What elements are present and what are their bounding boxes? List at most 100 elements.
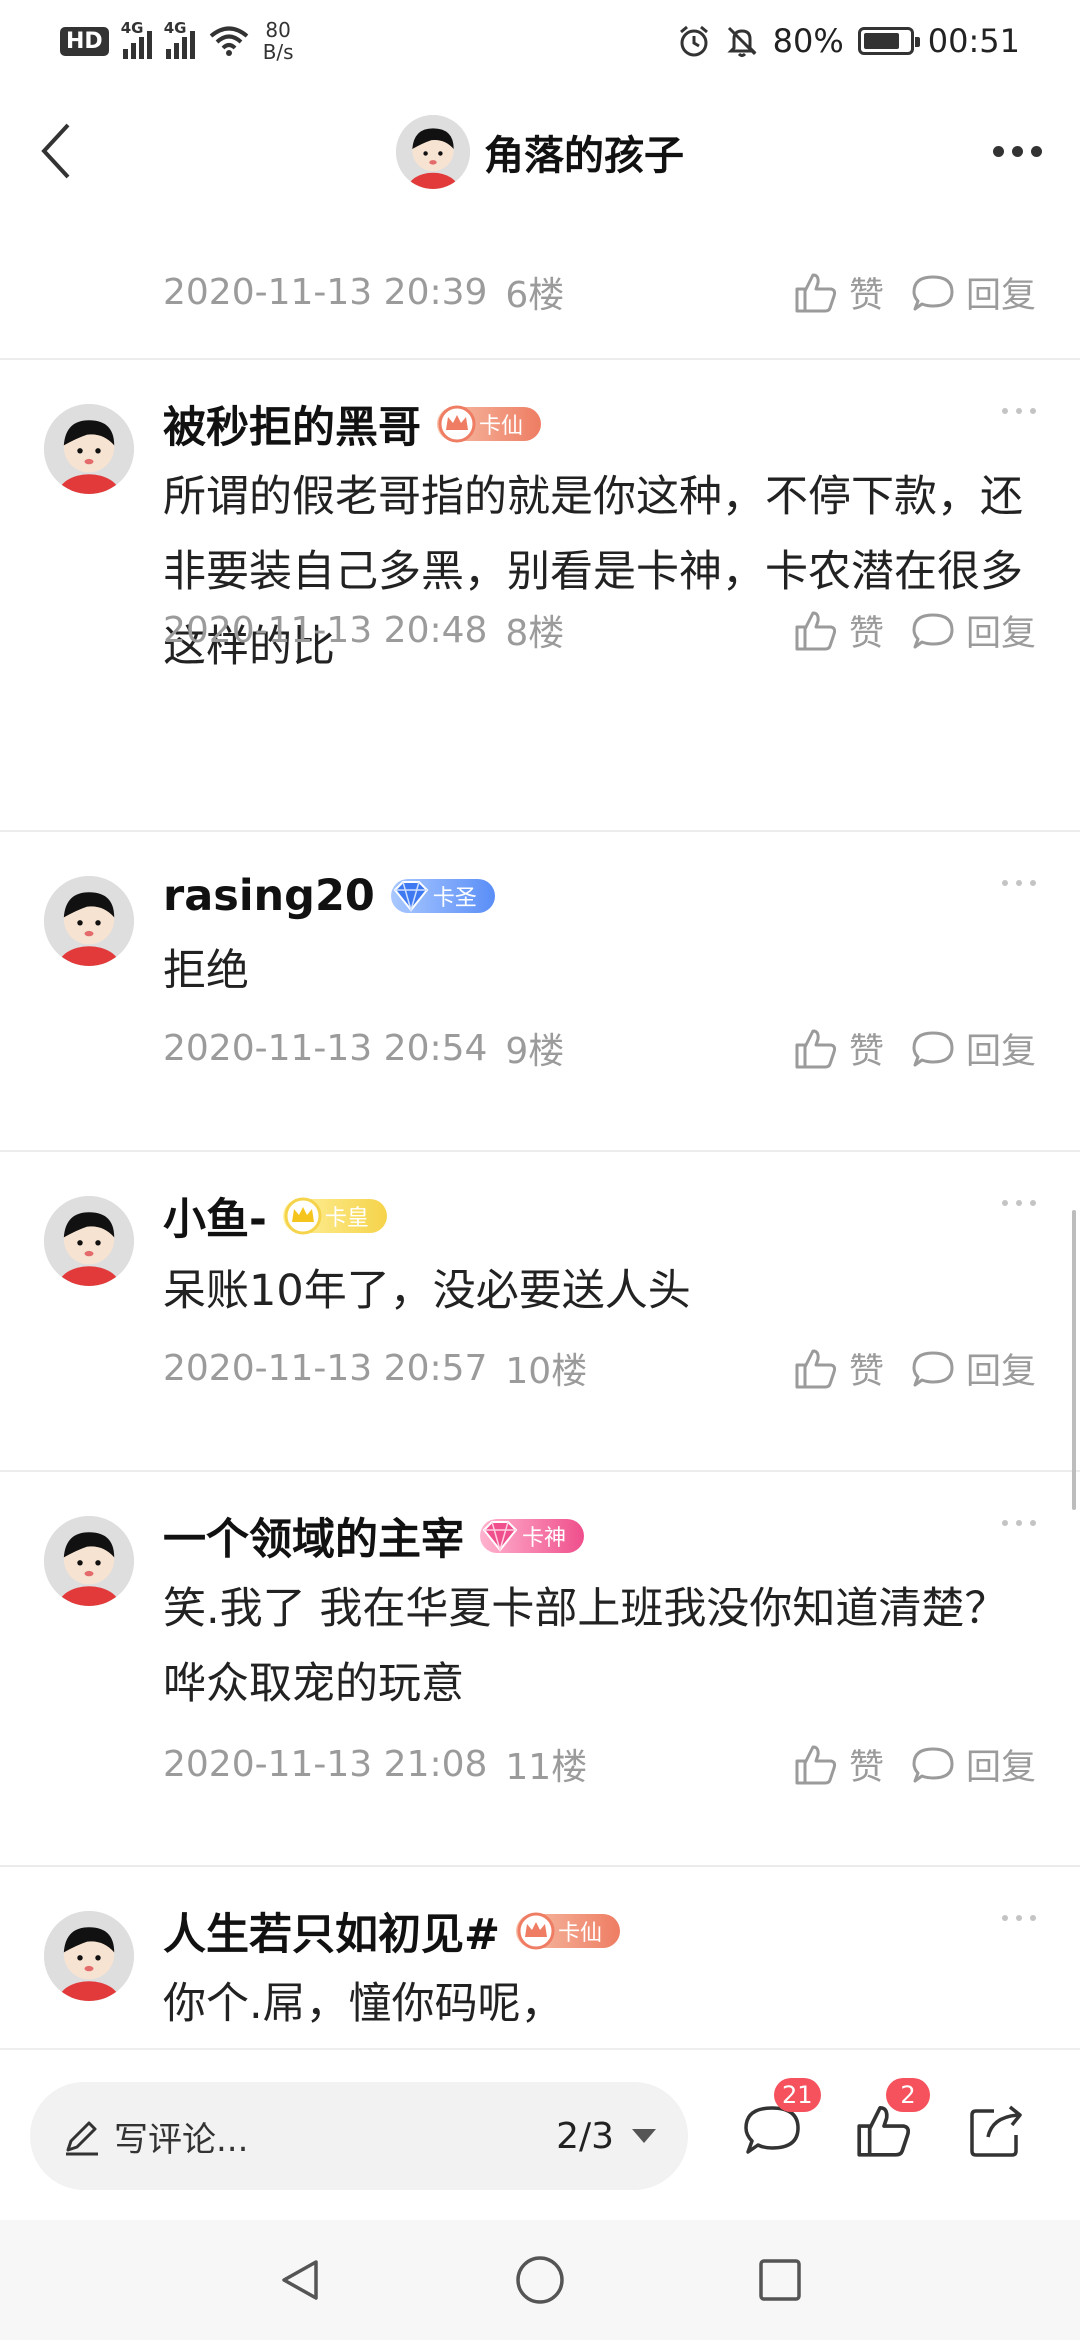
thumbs-up-icon xyxy=(795,1029,837,1069)
thumbs-up-icon xyxy=(795,1745,837,1785)
more-icon[interactable] xyxy=(982,126,1052,176)
like-label: 赞 xyxy=(848,1747,884,1788)
level-badge: 卡圣 xyxy=(390,879,495,913)
avatar[interactable] xyxy=(44,404,134,494)
comment-more-icon[interactable] xyxy=(1002,1915,1036,1921)
network-speed: 80 B/s xyxy=(263,19,294,63)
comment-actions: 赞 回复 xyxy=(793,1343,1036,1394)
diamond-icon xyxy=(482,1521,518,1553)
share-button[interactable] xyxy=(960,2094,1032,2166)
reply-button[interactable]: 回复 xyxy=(910,605,1036,656)
comment-item: 被秒拒的黑哥 卡仙 所谓的假老哥指的就是你这种，不停下款，还非要装自己多黑，别看… xyxy=(0,360,1080,675)
like-post-button[interactable]: 2 xyxy=(848,2078,930,2166)
comment-icon xyxy=(912,275,954,311)
like-button[interactable]: 赞 xyxy=(793,1023,884,1074)
clock: 00:51 xyxy=(927,22,1020,60)
comment-header: 一个领域的主宰 卡神 xyxy=(163,1502,585,1570)
username[interactable]: rasing20 xyxy=(163,871,375,921)
nav-recent-icon[interactable] xyxy=(750,2250,810,2310)
avatar[interactable] xyxy=(44,1516,134,1606)
avatar[interactable] xyxy=(44,1911,134,2001)
alarm-icon xyxy=(679,25,708,57)
badge-label: 卡皇 xyxy=(324,1206,369,1231)
comment-item: rasing20 卡圣 拒绝 2020-11-13 20:54 9楼 赞 回复 xyxy=(0,832,1080,1152)
mute-icon xyxy=(727,26,757,57)
comment-header: rasing20 卡圣 xyxy=(163,862,495,930)
signal-icon: 4G xyxy=(121,19,152,59)
chevron-down-icon xyxy=(632,2129,656,2143)
like-button[interactable]: 赞 xyxy=(793,267,884,318)
comment-header: 被秒拒的黑哥 卡仙 xyxy=(163,390,542,458)
comment-floor: 9楼 xyxy=(505,1031,565,1072)
page-selector[interactable]: 2/3 xyxy=(556,2116,656,2157)
like-label: 赞 xyxy=(848,1351,884,1392)
header-title[interactable]: 角落的孩子 xyxy=(396,115,684,189)
comment-meta: 2020-11-13 20:48 8楼 赞 回复 xyxy=(163,600,1036,660)
username[interactable]: 人生若只如初见# xyxy=(163,1900,500,1962)
comment-text: 你个.屌，憧你码呢， xyxy=(163,1979,564,2029)
comment-icon xyxy=(912,1747,954,1783)
avatar[interactable] xyxy=(44,876,134,966)
network-type-label-2: 4G xyxy=(163,19,187,37)
comment-time: 2020-11-13 20:39 xyxy=(163,271,488,313)
system-nav-bar xyxy=(0,2220,1080,2340)
comment-meta: 2020-11-13 20:54 9楼 赞 回复 xyxy=(163,1018,1036,1078)
battery-percent: 80% xyxy=(772,22,844,60)
comment-icon xyxy=(912,1351,954,1387)
thumbs-up-icon xyxy=(795,611,837,651)
reply-button[interactable]: 回复 xyxy=(910,267,1036,318)
comment-more-icon[interactable] xyxy=(1002,880,1036,886)
like-count-badge: 2 xyxy=(886,2078,930,2112)
comment-more-icon[interactable] xyxy=(1002,1520,1036,1526)
thumbs-up-icon xyxy=(795,1349,837,1389)
wifi-icon xyxy=(209,26,248,56)
comment-icon xyxy=(912,1031,954,1067)
comment-input[interactable]: 写评论... 2/3 xyxy=(30,2082,688,2190)
badge-label: 卡神 xyxy=(522,1526,567,1551)
reply-label: 回复 xyxy=(965,275,1036,316)
reply-button[interactable]: 回复 xyxy=(910,1739,1036,1790)
like-button[interactable]: 赞 xyxy=(793,1343,884,1394)
level-badge: 卡仙 xyxy=(516,1912,621,1950)
comment-feed[interactable]: 2020-11-13 20:39 6楼 赞 回复 被秒拒的黑哥 卡仙 所谓的假老… xyxy=(0,222,1080,2048)
thumbs-up-icon xyxy=(795,273,837,313)
network-type-label: 4G xyxy=(120,19,144,37)
scrollbar[interactable] xyxy=(1072,1210,1076,1510)
like-button[interactable]: 赞 xyxy=(793,605,884,656)
comment-header: 人生若只如初见# 卡仙 xyxy=(163,1897,621,1965)
comments-button[interactable]: 21 xyxy=(736,2078,821,2166)
speed-unit: B/s xyxy=(262,40,294,64)
nav-home-icon[interactable] xyxy=(510,2250,570,2310)
like-label: 赞 xyxy=(848,1031,884,1072)
like-button[interactable]: 赞 xyxy=(793,1739,884,1790)
avatar[interactable] xyxy=(44,1196,134,1286)
comment-actions: 赞 回复 xyxy=(793,267,1036,318)
reply-label: 回复 xyxy=(965,1351,1036,1392)
like-label: 赞 xyxy=(848,275,884,316)
badge-label: 卡仙 xyxy=(558,1921,603,1946)
avatar xyxy=(396,115,470,189)
comment-item: 人生若只如初见# 卡仙 你个.屌，憧你码呢， xyxy=(0,1867,1080,2048)
reply-button[interactable]: 回复 xyxy=(910,1343,1036,1394)
level-badge: 卡神 xyxy=(480,1519,585,1553)
back-icon[interactable] xyxy=(26,116,86,186)
pen-icon xyxy=(66,2121,98,2156)
username[interactable]: 一个领域的主宰 xyxy=(163,1505,464,1567)
comment-more-icon[interactable] xyxy=(1002,408,1036,414)
badge-label: 卡仙 xyxy=(479,414,524,439)
comment-meta: 2020-11-13 21:08 11楼 赞 回复 xyxy=(163,1734,1036,1794)
reply-button[interactable]: 回复 xyxy=(910,1023,1036,1074)
status-bar: HD 4G 4G 80 B/s 80% 00:51 xyxy=(0,0,1080,82)
reply-label: 回复 xyxy=(965,1031,1036,1072)
username[interactable]: 被秒拒的黑哥 xyxy=(163,393,421,455)
comment-more-icon[interactable] xyxy=(1002,1200,1036,1206)
signal-icon-2: 4G xyxy=(164,19,195,59)
comment-count-badge: 21 xyxy=(774,2078,821,2112)
nav-back-icon[interactable] xyxy=(270,2250,330,2310)
username[interactable]: 小鱼- xyxy=(163,1185,267,1247)
comment-floor: 10楼 xyxy=(505,1351,588,1392)
speed-value: 80 xyxy=(265,18,291,42)
level-badge: 卡皇 xyxy=(282,1197,387,1235)
status-left: HD 4G 4G 80 B/s xyxy=(60,19,294,63)
comment-header: 小鱼- 卡皇 xyxy=(163,1182,387,1250)
